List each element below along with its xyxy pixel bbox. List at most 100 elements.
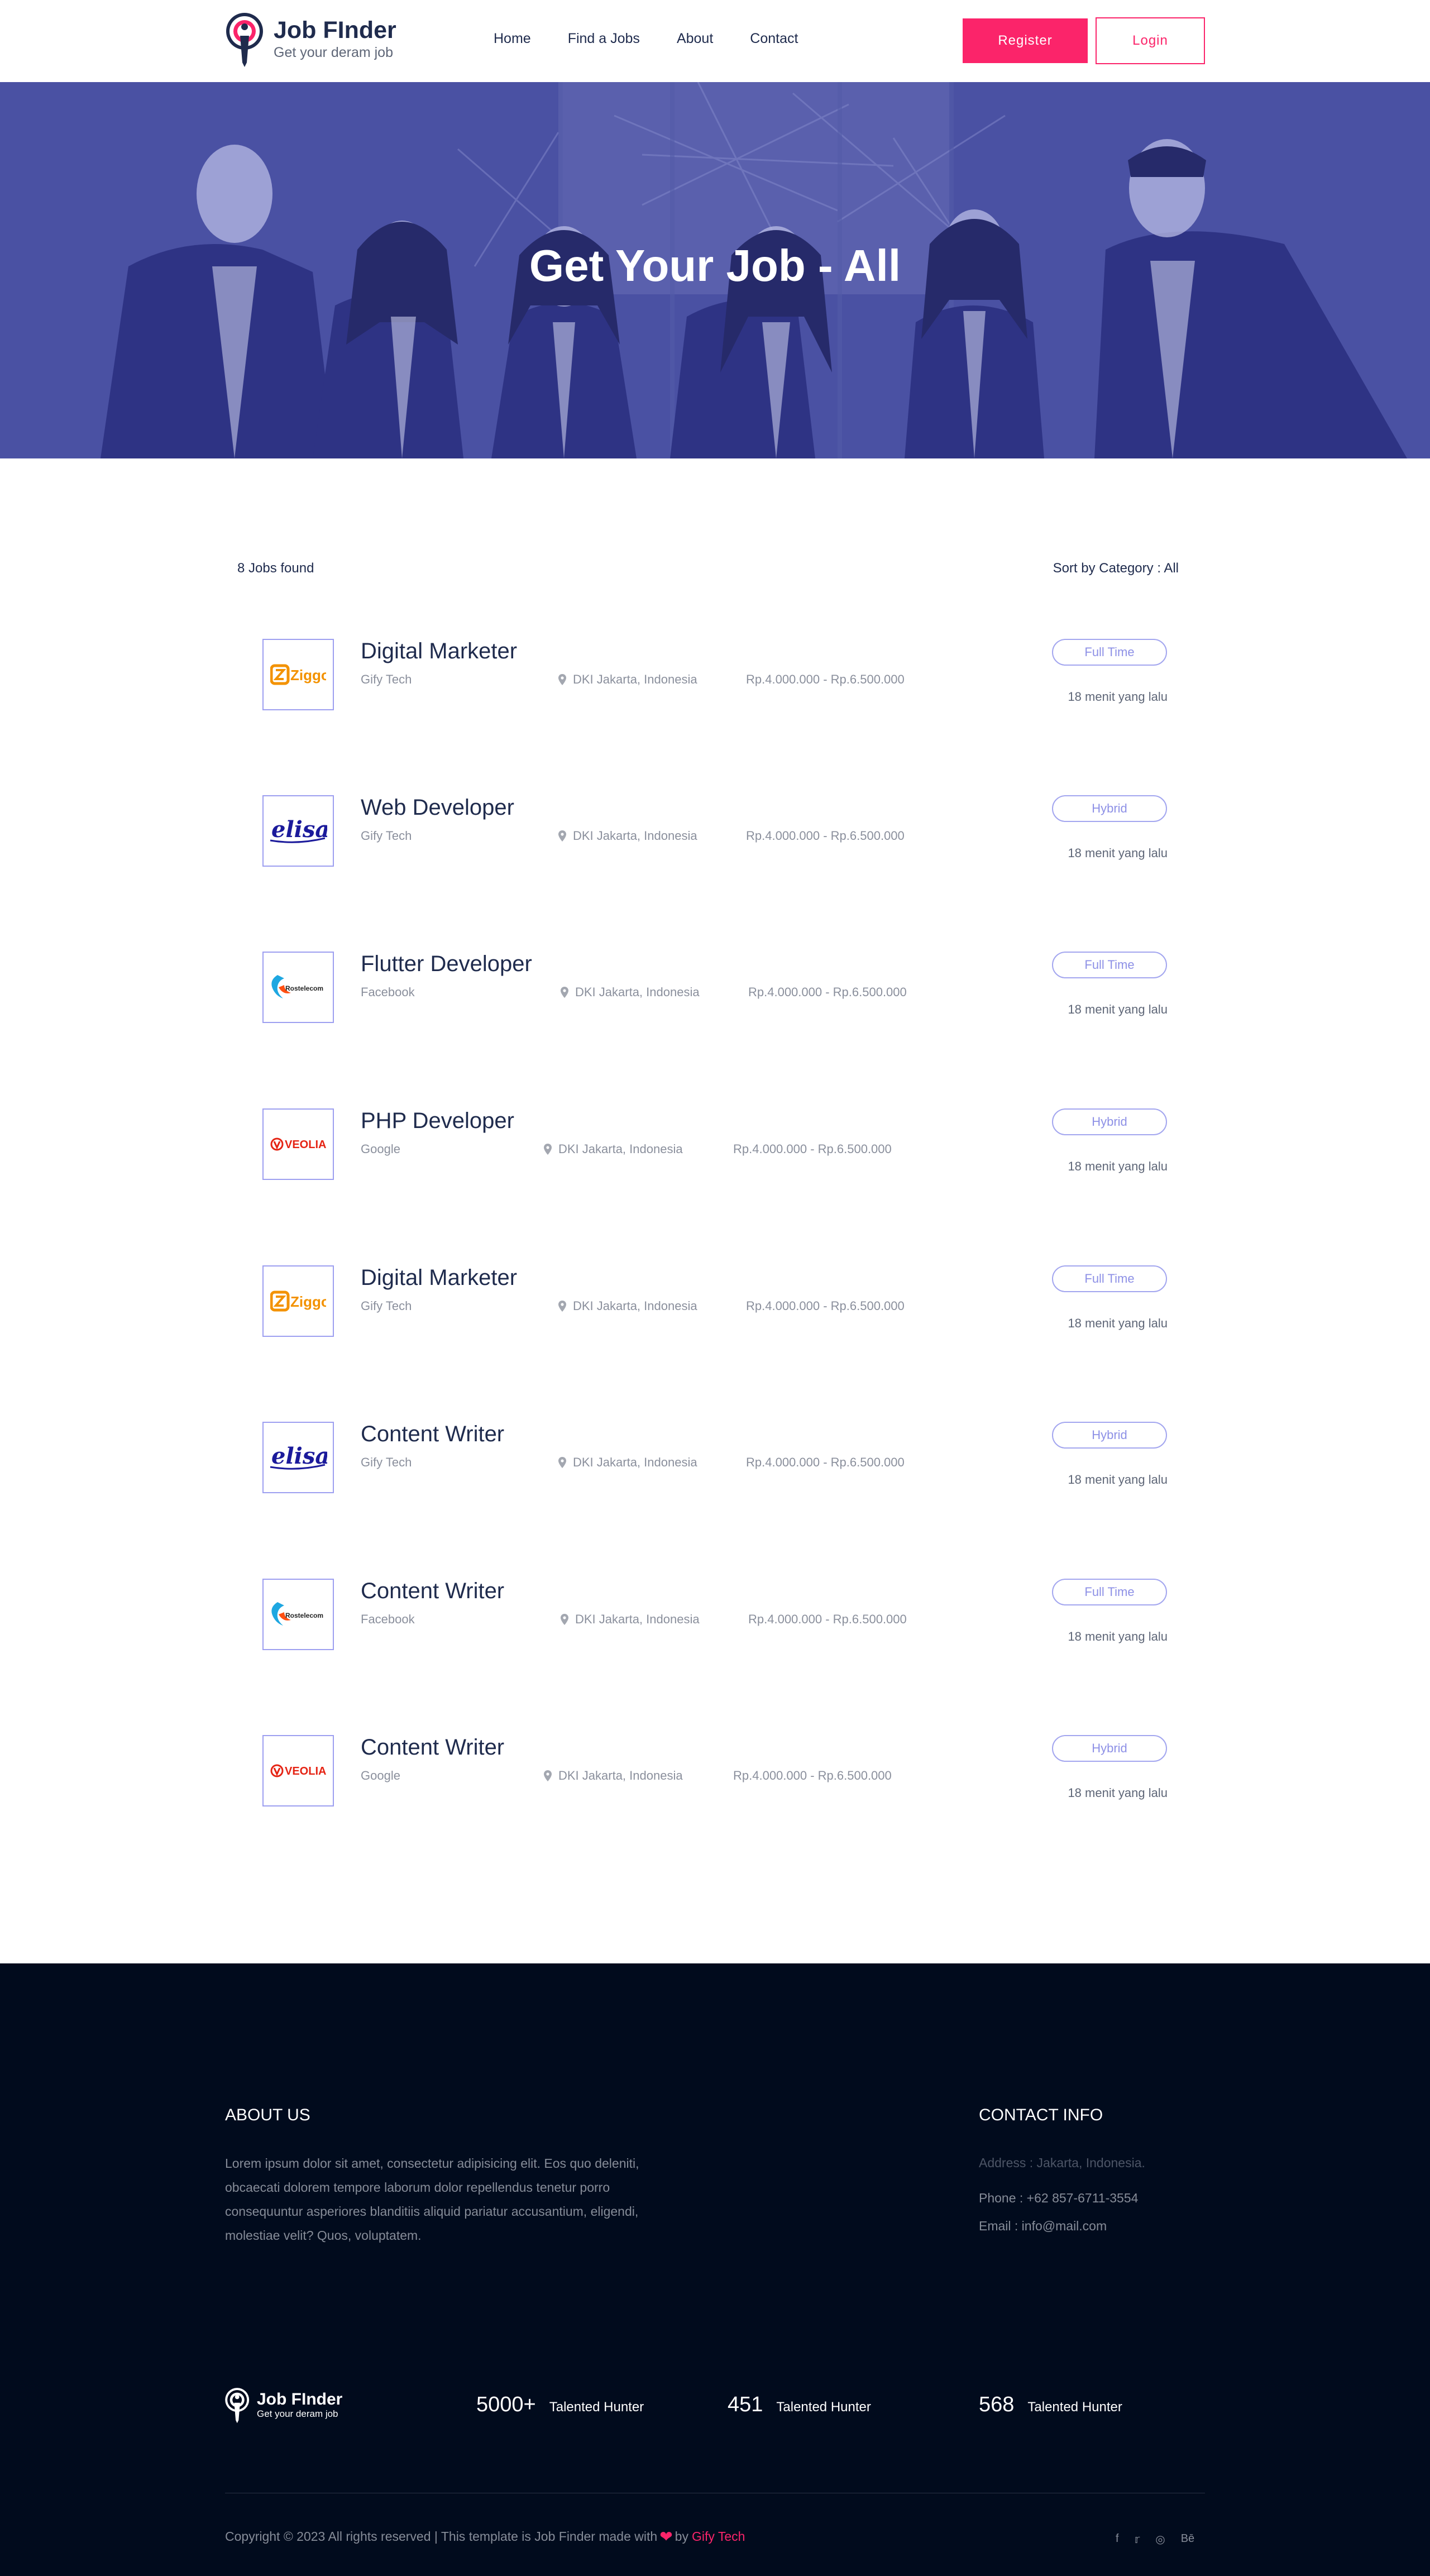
job-type-badge[interactable]: Hybrid bbox=[1052, 1108, 1167, 1135]
copyright-by: by bbox=[675, 2529, 688, 2544]
logo-tagline: Get your deram job bbox=[274, 45, 393, 61]
stat-label: Talented Hunter bbox=[776, 2400, 871, 2415]
logo-title: Job FInder bbox=[274, 17, 396, 44]
company-logo[interactable]: VEOLIA bbox=[262, 1108, 334, 1180]
login-button[interactable]: Login bbox=[1096, 17, 1205, 64]
globe-icon[interactable]: ◎ bbox=[1155, 2532, 1165, 2546]
stat-label: Talented Hunter bbox=[1027, 2400, 1122, 2415]
copyright-text: Copyright © 2023 All rights reserved | T… bbox=[225, 2529, 658, 2544]
job-company: Facebook bbox=[361, 1612, 415, 1626]
job-company: Facebook bbox=[361, 985, 415, 999]
job-location: DKI Jakarta, Indonesia bbox=[558, 672, 697, 687]
nav-find-jobs[interactable]: Find a Jobs bbox=[568, 31, 640, 47]
nav-contact[interactable]: Contact bbox=[750, 31, 798, 47]
location-pin-icon bbox=[544, 1144, 552, 1155]
location-pin-icon bbox=[558, 1457, 566, 1468]
job-listing[interactable]: Rostelecom Content Writer Facebook DKI Jaka… bbox=[262, 1579, 1168, 1651]
job-title[interactable]: Flutter Developer bbox=[361, 952, 532, 977]
location-pin-icon bbox=[544, 1770, 552, 1781]
main-nav: Home Find a Jobs About Contact bbox=[494, 31, 798, 47]
job-type-badge[interactable]: Full Time bbox=[1052, 639, 1167, 666]
site-footer bbox=[0, 1963, 1430, 2576]
logo-pin-icon bbox=[226, 13, 263, 67]
sort-by-category[interactable]: Sort by Category : All bbox=[1053, 561, 1179, 576]
job-type-badge[interactable]: Full Time bbox=[1052, 1579, 1167, 1605]
job-location: DKI Jakarta, Indonesia bbox=[544, 1142, 683, 1156]
job-title[interactable]: Content Writer bbox=[361, 1422, 504, 1447]
job-location: DKI Jakarta, Indonesia bbox=[558, 829, 697, 843]
job-location-text: DKI Jakarta, Indonesia bbox=[573, 1299, 697, 1313]
stat-item: 568 Talented Hunter bbox=[979, 2393, 1122, 2417]
svg-text:VEOLIA: VEOLIA bbox=[285, 1765, 326, 1777]
job-title[interactable]: Digital Marketer bbox=[361, 1265, 517, 1291]
social-links: f 𝕣 ◎ Bē bbox=[1116, 2532, 1194, 2546]
job-type-badge[interactable]: Hybrid bbox=[1052, 795, 1167, 822]
job-company: Google bbox=[361, 1769, 400, 1782]
job-type-badge[interactable]: Full Time bbox=[1052, 1265, 1167, 1292]
company-logo[interactable]: Ziggo bbox=[262, 1265, 334, 1337]
job-title[interactable]: Web Developer bbox=[361, 795, 514, 820]
job-salary: Rp.4.000.000 - Rp.6.500.000 bbox=[733, 1142, 892, 1156]
job-location: DKI Jakarta, Indonesia bbox=[561, 985, 700, 1000]
footer-logo-tagline: Get your deram job bbox=[257, 2408, 338, 2419]
facebook-icon[interactable]: f bbox=[1116, 2532, 1119, 2546]
copyright: Copyright © 2023 All rights reserved | T… bbox=[225, 2527, 745, 2546]
nav-home[interactable]: Home bbox=[494, 31, 531, 47]
hero-banner: Get Your Job - All bbox=[0, 82, 1430, 458]
nav-about[interactable]: About bbox=[677, 31, 713, 47]
company-logo[interactable]: elisa bbox=[262, 795, 334, 867]
job-type-badge[interactable]: Full Time bbox=[1052, 952, 1167, 978]
company-logo[interactable]: VEOLIA bbox=[262, 1735, 334, 1806]
job-title[interactable]: PHP Developer bbox=[361, 1108, 514, 1134]
job-posted-time: 18 menit yang lalu bbox=[1068, 1159, 1168, 1173]
job-listing[interactable]: elisa Web Developer Gify Tech DKI Jakarta, … bbox=[262, 795, 1168, 868]
job-listing[interactable]: Ziggo Digital Marketer Gify Tech DKI Jakart… bbox=[262, 1265, 1168, 1338]
job-listing[interactable]: elisa Content Writer Gify Tech DKI Jakarta,… bbox=[262, 1422, 1168, 1494]
job-location-text: DKI Jakarta, Indonesia bbox=[575, 1612, 700, 1626]
job-posted-time: 18 menit yang lalu bbox=[1068, 1002, 1168, 1016]
hero-title: Get Your Job - All bbox=[529, 241, 901, 290]
job-location: DKI Jakarta, Indonesia bbox=[561, 1612, 700, 1627]
company-logo[interactable]: Rostelecom bbox=[262, 1579, 334, 1650]
stat-number: 451 bbox=[728, 2393, 763, 2416]
footer-about-title: ABOUT US bbox=[225, 2106, 310, 2124]
site-logo[interactable]: Job FInder Get your deram job bbox=[223, 12, 396, 68]
jobs-count: 8 Jobs found bbox=[237, 561, 314, 576]
footer-logo[interactable]: Job FInder Get your deram job bbox=[223, 2387, 342, 2424]
job-salary: Rp.4.000.000 - Rp.6.500.000 bbox=[746, 672, 905, 686]
job-salary: Rp.4.000.000 - Rp.6.500.000 bbox=[748, 985, 907, 999]
footer-logo-title: Job FInder bbox=[257, 2389, 343, 2408]
job-salary: Rp.4.000.000 - Rp.6.500.000 bbox=[733, 1769, 892, 1782]
job-location-text: DKI Jakarta, Indonesia bbox=[575, 985, 700, 999]
job-listing[interactable]: Rostelecom Flutter Developer Facebook DKI J… bbox=[262, 952, 1168, 1024]
svg-text:Rostelecom: Rostelecom bbox=[285, 984, 323, 992]
job-posted-time: 18 menit yang lalu bbox=[1068, 690, 1168, 704]
job-title[interactable]: Content Writer bbox=[361, 1735, 504, 1760]
job-company: Gify Tech bbox=[361, 1455, 412, 1469]
register-button[interactable]: Register bbox=[963, 18, 1088, 63]
job-listing[interactable]: Ziggo Digital Marketer Gify Tech DKI Jakart… bbox=[262, 639, 1168, 711]
footer-address: Address : Jakarta, Indonesia. bbox=[979, 2156, 1145, 2170]
job-listing[interactable]: VEOLIA Content Writer Google DKI Jakarta, I… bbox=[262, 1735, 1168, 1808]
twitter-icon[interactable]: 𝕣 bbox=[1135, 2532, 1140, 2546]
footer-contact-title: CONTACT INFO bbox=[979, 2106, 1103, 2124]
job-listing[interactable]: VEOLIA PHP Developer Google DKI Jakarta, In… bbox=[262, 1108, 1168, 1181]
location-pin-icon bbox=[558, 674, 566, 685]
stat-number: 568 bbox=[979, 2393, 1015, 2416]
copyright-brand-link[interactable]: Gify Tech bbox=[692, 2529, 745, 2544]
location-pin-icon bbox=[558, 830, 566, 842]
behance-icon[interactable]: Bē bbox=[1181, 2532, 1194, 2546]
job-salary: Rp.4.000.000 - Rp.6.500.000 bbox=[746, 1299, 905, 1313]
job-type-badge[interactable]: Hybrid bbox=[1052, 1422, 1167, 1449]
job-salary: Rp.4.000.000 - Rp.6.500.000 bbox=[748, 1612, 907, 1626]
footer-phone: Phone : +62 857-6711-3554 bbox=[979, 2191, 1139, 2205]
job-title[interactable]: Digital Marketer bbox=[361, 639, 517, 664]
job-type-badge[interactable]: Hybrid bbox=[1052, 1735, 1167, 1762]
job-salary: Rp.4.000.000 - Rp.6.500.000 bbox=[746, 1455, 905, 1469]
job-title[interactable]: Content Writer bbox=[361, 1579, 504, 1604]
footer-about-text: Lorem ipsum dolor sit amet, consectetur … bbox=[225, 2156, 639, 2243]
company-logo[interactable]: Ziggo bbox=[262, 639, 334, 710]
job-location-text: DKI Jakarta, Indonesia bbox=[573, 672, 697, 686]
company-logo[interactable]: elisa bbox=[262, 1422, 334, 1493]
company-logo[interactable]: Rostelecom bbox=[262, 952, 334, 1023]
